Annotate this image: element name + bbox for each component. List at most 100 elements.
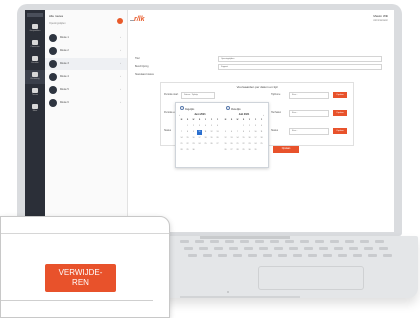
routing-icon bbox=[32, 72, 38, 77]
more-icon bbox=[32, 104, 38, 109]
calendar-day[interactable]: 5 bbox=[223, 130, 228, 135]
rail-item-chats[interactable]: Gesprekken bbox=[25, 22, 45, 36]
calendar-day[interactable]: 25 bbox=[259, 142, 264, 147]
calendar-day[interactable]: 9 bbox=[247, 130, 252, 135]
calendar-day[interactable]: 24 bbox=[253, 142, 258, 147]
chevron-right-icon: › bbox=[120, 87, 121, 91]
keyboard-key bbox=[195, 240, 204, 243]
calendar-day[interactable]: 18 bbox=[259, 136, 264, 141]
calendar-day[interactable]: 27 bbox=[215, 142, 220, 147]
calendar-day[interactable]: 8 bbox=[241, 130, 246, 135]
calendar-day[interactable]: 4 bbox=[203, 124, 208, 129]
calendar-day[interactable]: 16 bbox=[191, 136, 196, 141]
calendar-day[interactable]: 2 bbox=[191, 124, 196, 129]
list-item[interactable]: Route 4 › bbox=[45, 71, 127, 83]
calendar-day[interactable]: 4 bbox=[259, 124, 264, 129]
calendar-day[interactable]: 5 bbox=[209, 124, 214, 129]
calendar-day[interactable]: 11 bbox=[203, 130, 208, 135]
calendar-day[interactable]: 26 bbox=[223, 148, 228, 153]
calendar-day[interactable]: 26 bbox=[209, 142, 214, 147]
calendar-day[interactable]: 23 bbox=[247, 142, 252, 147]
calendar-day[interactable]: 31 bbox=[253, 148, 258, 153]
calendar-day[interactable]: 17 bbox=[253, 136, 258, 141]
rail-item-channels[interactable]: Kanalen bbox=[25, 54, 45, 68]
calendar-day[interactable]: 1 bbox=[241, 124, 246, 129]
list-filter[interactable]: Openingstijden bbox=[49, 22, 66, 25]
calendar-day[interactable]: 27 bbox=[229, 148, 234, 153]
list-header: Alle routes bbox=[49, 14, 64, 18]
calendar-day[interactable]: 6 bbox=[229, 130, 234, 135]
rail-item-teams[interactable]: Teams bbox=[25, 86, 45, 100]
weekday-label: D bbox=[230, 119, 233, 121]
calendar-day[interactable]: 13 bbox=[215, 130, 220, 135]
calendar-day[interactable]: 19 bbox=[209, 136, 214, 141]
status-select[interactable]: Kies... bbox=[289, 128, 329, 135]
next-month-icon[interactable]: › bbox=[263, 113, 264, 117]
calendar-day[interactable]: 25 bbox=[203, 142, 208, 147]
calendar-day[interactable]: 23 bbox=[191, 142, 196, 147]
calendar-day[interactable]: 12 bbox=[223, 136, 228, 141]
calendar-day[interactable]: 22 bbox=[241, 142, 246, 147]
calendar-day[interactable]: 28 bbox=[179, 148, 184, 153]
date-picker[interactable]: Dagelijks Wekelijks ‹ Juni 2021 Juli 202… bbox=[175, 102, 269, 168]
keyboard-key bbox=[364, 247, 373, 250]
calendar-day[interactable]: 15 bbox=[185, 136, 190, 141]
calendar-day[interactable]: 29 bbox=[241, 148, 246, 153]
period-start-select[interactable]: Datum - Tijdstip bbox=[181, 92, 215, 99]
add-route-button[interactable] bbox=[117, 18, 123, 24]
avatar bbox=[49, 99, 57, 107]
list-item[interactable]: Route 1 › bbox=[45, 32, 127, 44]
calendar-day[interactable]: 20 bbox=[229, 142, 234, 147]
user-name[interactable]: Maxim Wilt bbox=[373, 14, 388, 18]
description-field[interactable]: Support bbox=[218, 64, 382, 70]
timezone-select[interactable]: Kies... bbox=[289, 92, 329, 99]
calendar-day[interactable]: 7 bbox=[235, 130, 240, 135]
calendar-day[interactable]: 30 bbox=[191, 148, 196, 153]
calendar-day[interactable]: 29 bbox=[185, 148, 190, 153]
calendar-day[interactable]: 19 bbox=[223, 142, 228, 147]
calendar-day[interactable]: 1 bbox=[185, 124, 190, 129]
row-save-button[interactable]: Opslaan bbox=[333, 92, 347, 98]
list-item[interactable]: Route 3 › bbox=[45, 58, 127, 70]
calendar-day[interactable]: 2 bbox=[247, 124, 252, 129]
title-field[interactable]: Openingstijden bbox=[218, 56, 382, 62]
calendar-day[interactable]: 3 bbox=[197, 124, 202, 129]
calendar-day[interactable]: 8 bbox=[185, 130, 190, 135]
calendar-day[interactable]: 10 bbox=[197, 130, 202, 135]
calendar-day[interactable]: 21 bbox=[179, 142, 184, 147]
calendar-day[interactable]: 14 bbox=[179, 136, 184, 141]
calendar-day[interactable]: 11 bbox=[259, 130, 264, 135]
repeat-select[interactable]: Kies... bbox=[289, 110, 329, 117]
row-save-button[interactable]: Opslaan bbox=[333, 110, 347, 116]
save-button[interactable]: Opslaan bbox=[273, 146, 299, 153]
calendar-day[interactable]: 12 bbox=[209, 130, 214, 135]
calendar-day[interactable]: 10 bbox=[253, 130, 258, 135]
calendar-day[interactable]: 20 bbox=[215, 136, 220, 141]
rail-item-routing[interactable]: Routering bbox=[25, 70, 45, 84]
calendar-day[interactable]: 30 bbox=[247, 148, 252, 153]
radio-daily[interactable]: Dagelijks bbox=[180, 106, 194, 111]
calendar-day[interactable]: 6 bbox=[215, 124, 220, 129]
list-item[interactable]: Route 5 › bbox=[45, 84, 127, 96]
calendar-day[interactable]: 9 bbox=[191, 130, 196, 135]
row-save-button[interactable]: Opslaan bbox=[333, 128, 347, 134]
calendar-day[interactable]: 3 bbox=[253, 124, 258, 129]
calendar-day[interactable]: 13 bbox=[229, 136, 234, 141]
calendar-day[interactable]: 17 bbox=[197, 136, 202, 141]
rail-item-more[interactable]: Meer bbox=[25, 102, 45, 116]
calendar-day[interactable]: 28 bbox=[235, 148, 240, 153]
calendar-day[interactable]: 15 bbox=[241, 136, 246, 141]
radio-weekly[interactable]: Wekelijks bbox=[226, 106, 241, 111]
keyboard-key bbox=[338, 254, 347, 257]
list-item[interactable]: Route 6 › bbox=[45, 97, 127, 109]
list-item[interactable]: Route 2 › bbox=[45, 45, 127, 57]
calendar-day[interactable]: 7 bbox=[179, 130, 184, 135]
calendar-day[interactable]: 16 bbox=[247, 136, 252, 141]
delete-button[interactable]: VERWIJDE- REN bbox=[45, 264, 116, 292]
calendar-day[interactable]: 22 bbox=[185, 142, 190, 147]
rail-item-contacts[interactable]: Contacten bbox=[25, 38, 45, 52]
calendar-day[interactable]: 21 bbox=[235, 142, 240, 147]
calendar-day[interactable]: 14 bbox=[235, 136, 240, 141]
calendar-day[interactable]: 24 bbox=[197, 142, 202, 147]
calendar-day[interactable]: 18 bbox=[203, 136, 208, 141]
